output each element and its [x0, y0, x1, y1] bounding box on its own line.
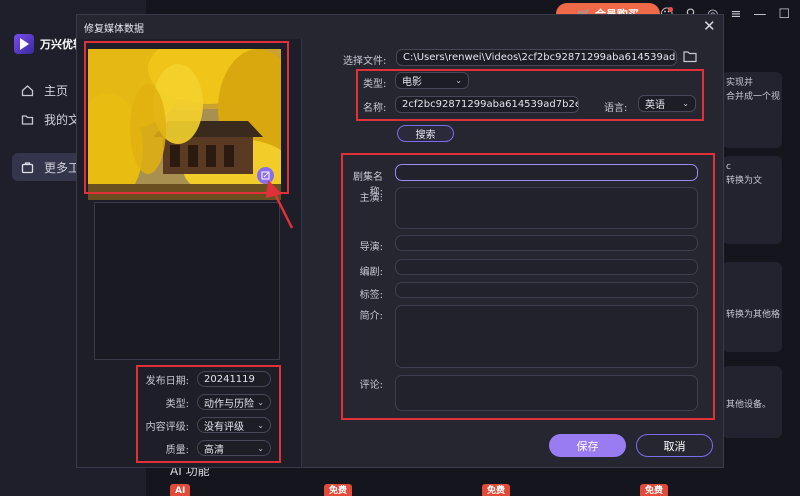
thumbnail-area[interactable]: [94, 202, 280, 360]
dialog-title: 修复媒体数据: [84, 24, 144, 35]
toolbox-icon: [20, 160, 34, 174]
language-label: 语言:: [604, 103, 628, 114]
director-label: 导演:: [359, 242, 383, 253]
genre-row: 类型: 动作与历险 ⌄: [139, 394, 271, 410]
cast-label: 主演:: [359, 193, 383, 204]
release-date-row: 发布日期: 20241119: [139, 371, 271, 387]
app-logo: 万兴优转: [14, 34, 84, 54]
quality-row: 质量: 高清 ⌄: [139, 440, 271, 456]
rating-select[interactable]: 没有评级 ⌄: [197, 417, 271, 433]
edit-icon: [261, 171, 270, 180]
logo-icon: [14, 34, 34, 54]
menu-icon[interactable]: ≡: [730, 7, 741, 22]
language-select[interactable]: 英语 ⌄: [638, 95, 696, 112]
release-date-label: 发布日期:: [145, 375, 189, 387]
chevron-down-icon: ⌄: [455, 76, 462, 85]
summary-field[interactable]: [395, 305, 698, 368]
chevron-down-icon: ⌄: [257, 443, 264, 453]
file-path-field[interactable]: C:\Users\renwei\Videos\2cf2bc92871299aba…: [396, 49, 677, 66]
cast-field[interactable]: [395, 187, 698, 229]
quality-select[interactable]: 高清 ⌄: [197, 440, 271, 456]
director-field[interactable]: [395, 235, 698, 251]
save-button[interactable]: 保存: [549, 434, 626, 457]
file-label: 选择文件:: [343, 56, 387, 67]
episode-name-field[interactable]: [395, 164, 698, 181]
rating-label: 内容评级:: [145, 421, 189, 433]
tags-field[interactable]: [395, 282, 698, 298]
edit-cover-button[interactable]: [257, 167, 274, 184]
tool-card[interactable]: c 转换为文: [722, 156, 782, 244]
quality-label: 质量:: [165, 444, 189, 456]
cancel-button[interactable]: 取消: [636, 434, 713, 457]
chevron-down-icon: ⌄: [257, 397, 264, 407]
ai-badge: AI: [170, 484, 191, 496]
name-label: 名称:: [363, 103, 387, 114]
cover-image: [88, 49, 281, 200]
tool-card[interactable]: 转换为其他格: [722, 262, 782, 352]
comment-field[interactable]: [395, 375, 698, 411]
type-label: 类型:: [363, 79, 387, 90]
close-icon[interactable]: ✕: [703, 17, 716, 35]
minimize-icon[interactable]: —: [753, 7, 766, 22]
tool-card[interactable]: 其他设备。: [722, 366, 782, 438]
folder-icon: [20, 112, 34, 126]
sidebar-item-label: 主页: [44, 83, 69, 98]
chevron-down-icon: ⌄: [257, 420, 264, 430]
repair-media-dialog: 修复媒体数据 ✕ 发布日期: 20241119 类型: 动作与历险 ⌄ 内容评级…: [76, 14, 724, 468]
free-badge: 免费: [324, 484, 353, 496]
maximize-icon[interactable]: ☐: [778, 7, 790, 22]
writer-label: 编剧:: [359, 267, 383, 278]
release-date-field[interactable]: 20241119: [197, 371, 271, 387]
comment-label: 评论:: [359, 380, 383, 391]
free-badge: 免费: [482, 484, 511, 496]
folder-icon[interactable]: [683, 50, 697, 66]
summary-label: 简介:: [359, 311, 383, 322]
genre-label: 类型:: [165, 398, 189, 410]
tags-label: 标签:: [359, 290, 383, 301]
tool-card[interactable]: 实现并 合并成一个视: [722, 72, 782, 148]
genre-select[interactable]: 动作与历险 ⌄: [197, 394, 271, 410]
home-icon: [20, 83, 34, 97]
free-badge: 免费: [640, 484, 669, 496]
writer-field[interactable]: [395, 259, 698, 275]
name-field[interactable]: 2cf2bc92871299aba614539ad7b2e717_1: [395, 96, 579, 113]
type-select[interactable]: 电影 ⌄: [395, 72, 469, 89]
chevron-down-icon: ⌄: [682, 99, 689, 108]
rating-row: 内容评级: 没有评级 ⌄: [139, 417, 271, 433]
search-button[interactable]: 搜索: [397, 125, 454, 142]
pane-divider: [301, 39, 302, 467]
